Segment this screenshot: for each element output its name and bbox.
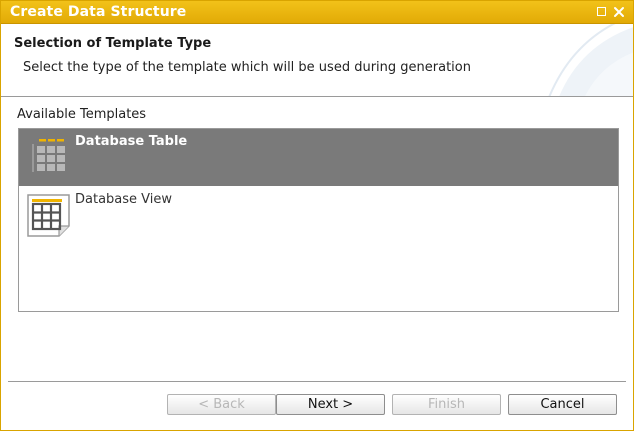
cancel-button[interactable]: Cancel [508, 394, 617, 415]
list-item-database-table[interactable]: Database Table [19, 129, 618, 186]
page-description: Select the type of the template which wi… [23, 60, 471, 75]
create-data-structure-dialog: Create Data Structure Selection of Templ… [0, 0, 634, 431]
footer-divider [8, 381, 626, 382]
templates-list[interactable]: Database Table Database View [18, 128, 619, 312]
finish-button[interactable]: Finish [392, 394, 501, 415]
back-button[interactable]: < Back [167, 394, 276, 415]
list-item-label: Database Table [75, 134, 188, 149]
maximize-icon[interactable] [595, 5, 609, 19]
wizard-header: Selection of Template Type Select the ty… [1, 24, 633, 97]
title-bar[interactable]: Create Data Structure [1, 1, 633, 24]
database-view-icon [27, 194, 70, 237]
list-item-label: Database View [75, 192, 173, 207]
close-icon[interactable] [612, 5, 626, 19]
available-templates-label: Available Templates [17, 107, 147, 122]
page-title: Selection of Template Type [14, 36, 212, 51]
header-decoration [548, 24, 633, 96]
database-table-icon [32, 139, 65, 172]
window-title: Create Data Structure [10, 4, 187, 20]
list-item-database-view[interactable]: Database View [19, 187, 618, 244]
next-button[interactable]: Next > [276, 394, 385, 415]
